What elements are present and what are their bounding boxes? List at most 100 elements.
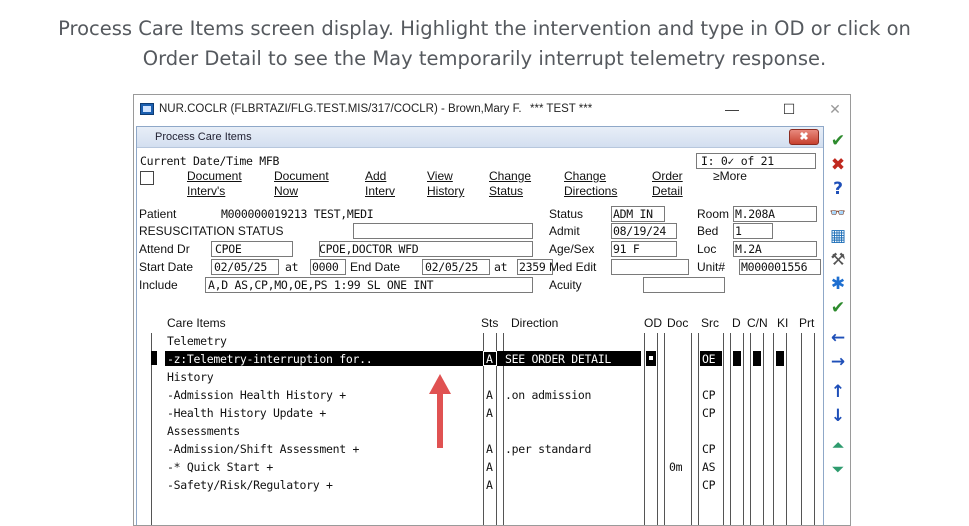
sts-cell: A (486, 478, 493, 492)
menu-label: Detail (652, 184, 683, 198)
care-item-row[interactable]: -Admission Health History + (167, 388, 346, 402)
care-item-row[interactable]: -* Quick Start + (167, 460, 273, 474)
wrench-icon[interactable]: ⚒ (828, 250, 848, 270)
end-date-label: End Date (350, 260, 401, 274)
care-item-row[interactable]: -Admission/Shift Assessment + (167, 442, 359, 456)
menu-add-interv[interactable]: Add Interv (365, 169, 395, 199)
application-window: NUR.COCLR (FLBRTAZI/FLG.TEST.MIS/317/COC… (133, 94, 851, 526)
patient-value: M000000019213 TEST,MEDI (221, 207, 374, 221)
start-date-field[interactable]: 02/05/25 (211, 259, 279, 275)
selected-row-marker (151, 351, 157, 365)
care-item-row[interactable]: -Safety/Risk/Regulatory + (167, 478, 333, 492)
resuscitation-status-field[interactable] (353, 223, 533, 239)
patient-label: Patient (139, 207, 177, 221)
med-edit-label: Med Edit (549, 260, 597, 274)
column-sts: Sts (481, 316, 499, 330)
start-date-label: Start Date (139, 260, 194, 274)
menu-label: Add (365, 169, 387, 183)
direction-cell: .on admission (505, 388, 592, 402)
doc-cell: 0m (669, 460, 683, 474)
acuity-field[interactable] (643, 277, 725, 293)
selected-d-cell (733, 351, 741, 366)
care-item-row-selected[interactable]: -z:Telemetry-interruption for.. (167, 352, 373, 366)
care-item-row[interactable]: History (167, 370, 214, 384)
care-item-row[interactable]: Assessments (167, 424, 240, 438)
src-cell: CP (702, 406, 716, 420)
include-field[interactable]: A,D AS,CP,MO,OE,PS 1:99 SL ONE INT (205, 277, 533, 293)
check-icon[interactable]: ✔ (828, 131, 848, 151)
menu-label: Change (489, 169, 532, 183)
src-cell: OE (702, 352, 716, 366)
arrow-down-icon[interactable]: ↓ (828, 406, 848, 426)
src-cell: CP (702, 388, 716, 402)
column-direction: Direction (511, 316, 559, 330)
column-care-items: Care Items (167, 316, 226, 330)
acuity-label: Acuity (549, 278, 582, 292)
right-toolbar: ✔ ✖ ? 👓 ▦ ⚒ ✱ ✔ ← → ↑ ↓ ⏶ ⏷ (828, 126, 850, 525)
loc-value: M.2A (733, 241, 817, 257)
menu-change-directions[interactable]: Change Directions (564, 169, 617, 199)
help-icon[interactable]: ? (828, 179, 848, 199)
select-checkbox[interactable] (140, 171, 154, 185)
prt-column (801, 333, 815, 525)
menu-document-intervs[interactable]: Document Interv's (187, 169, 242, 199)
red-arrow-icon (429, 374, 451, 448)
room-label: Room (697, 207, 730, 221)
asterisk-icon[interactable]: ✱ (828, 274, 848, 294)
item-counter: I: 0✓ of 21 (696, 153, 816, 169)
close-window-button[interactable]: ✕ (820, 99, 850, 119)
menu-label: Interv (365, 184, 396, 198)
start-time-field[interactable]: 0000 (310, 259, 346, 275)
check-all-icon[interactable]: ✔ (828, 298, 848, 318)
column-prt: Prt (799, 316, 815, 330)
arrow-right-icon[interactable]: → (828, 352, 848, 372)
menu-label: ≥More (713, 169, 747, 183)
care-item-row[interactable]: Telemetry (167, 334, 227, 348)
menu-view-history[interactable]: View History (427, 169, 464, 199)
column-cn: C/N (747, 316, 768, 330)
page-up-icon[interactable]: ⏶ (828, 436, 848, 456)
app-icon (140, 103, 154, 115)
column-od: OD (644, 316, 662, 330)
binoculars-icon[interactable]: 👓 (828, 204, 848, 224)
menu-label: Status (489, 184, 524, 198)
menu-change-status[interactable]: Change Status (489, 169, 531, 199)
maximize-button[interactable]: ☐ (774, 99, 804, 119)
menu-label: Change (564, 169, 607, 183)
menu-document-now[interactable]: Document Now (274, 169, 329, 199)
admit-label: Admit (549, 224, 580, 238)
sts-cell: A (486, 352, 493, 366)
menu-more[interactable]: ≥More (713, 169, 747, 184)
end-time-field[interactable]: 2359 (517, 259, 553, 275)
care-item-row[interactable]: -Health History Update + (167, 406, 326, 420)
minimize-button[interactable]: — (717, 99, 747, 119)
page-down-icon[interactable]: ⏷ (828, 460, 848, 480)
window-titlebar: NUR.COCLR (FLBRTAZI/FLG.TEST.MIS/317/COC… (134, 95, 850, 124)
selected-cn-cell (753, 351, 761, 366)
end-at-label: at (494, 260, 508, 274)
arrow-left-icon[interactable]: ← (828, 328, 848, 348)
menu-label: Document (187, 169, 242, 183)
arrow-up-icon[interactable]: ↑ (828, 382, 848, 402)
resuscitation-status-label: RESUSCITATION STATUS (139, 224, 284, 238)
room-value: M.208A (733, 206, 817, 222)
attend-dr-name-box (319, 241, 533, 257)
age-sex-value: 91 F (611, 241, 677, 257)
menu-label: Order (652, 169, 683, 183)
src-cell: CP (702, 478, 716, 492)
end-date-field[interactable]: 02/05/25 (422, 259, 490, 275)
calendar-icon[interactable]: ▦ (828, 226, 848, 246)
bed-label: Bed (697, 224, 719, 238)
cancel-icon[interactable]: ✖ (828, 155, 848, 175)
attend-dr-code-field[interactable]: CPOE (211, 241, 293, 257)
menu-label: Interv's (187, 184, 226, 198)
med-edit-field[interactable] (611, 259, 689, 275)
bed-value: 1 (733, 223, 773, 239)
selected-od-cell (646, 351, 656, 366)
status-label: Status (549, 207, 584, 221)
menu-order-detail[interactable]: Order Detail (652, 169, 683, 199)
panel-close-button[interactable]: ✖ (789, 129, 819, 145)
current-datetime-field[interactable]: Current Date/Time MFB (139, 153, 685, 169)
src-cell: AS (702, 460, 716, 474)
menu-label: Document (274, 169, 329, 183)
